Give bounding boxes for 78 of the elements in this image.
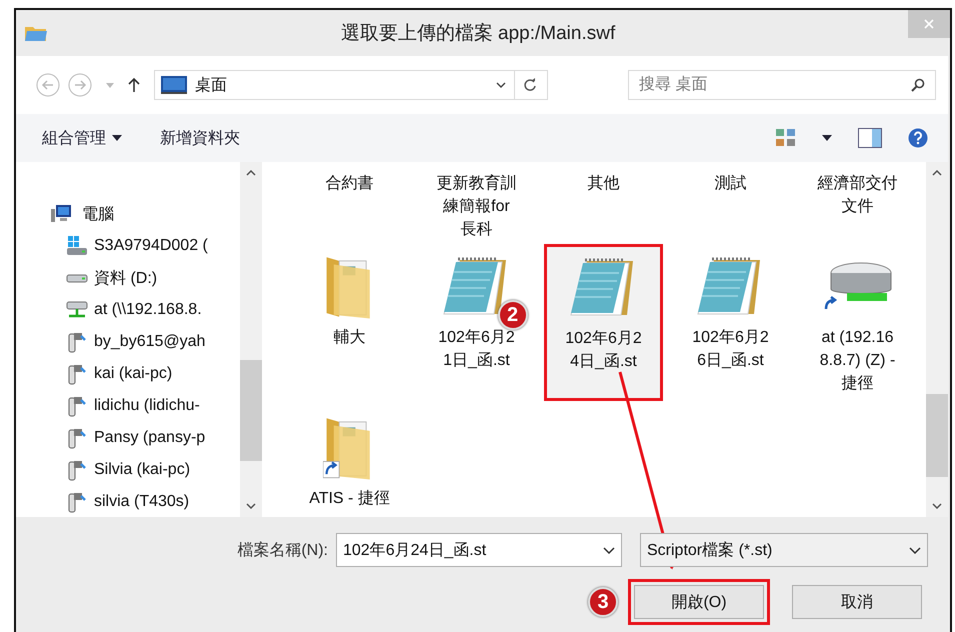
- file-name: 102年6月21日_函.st: [437, 328, 516, 371]
- search-icon: [911, 78, 925, 92]
- sidebar-item[interactable]: kai (kai-pc): [66, 358, 240, 390]
- file-name: 102年6月26日_函.st: [691, 328, 770, 371]
- media-device-icon: [66, 395, 88, 417]
- organize-menu[interactable]: 組合管理: [36, 124, 128, 152]
- caret-icon[interactable]: [822, 135, 832, 141]
- media-device-icon: [66, 363, 88, 385]
- chevron-icon: [909, 546, 921, 554]
- file-name: 其他: [586, 174, 620, 194]
- scrollbar-thumb[interactable]: [240, 360, 262, 461]
- chevron-icon: [496, 82, 506, 88]
- open-button[interactable]: 開啟(O): [634, 585, 764, 619]
- file-name: ATIS - 捷徑: [308, 488, 390, 509]
- scroll-up-icon[interactable]: [932, 170, 942, 176]
- drive-icon: [66, 274, 88, 282]
- scrollbar[interactable]: [240, 162, 262, 517]
- sidebar-item[interactable]: S3A9794D002 (: [66, 230, 240, 262]
- file-item[interactable]: 102年6月26日_函.st: [671, 244, 790, 401]
- help-icon[interactable]: [908, 128, 928, 148]
- system-drive-icon: [66, 235, 88, 257]
- file-item[interactable]: 合約書: [290, 168, 409, 240]
- scroll-down-icon[interactable]: [246, 503, 256, 509]
- search-box[interactable]: 搜尋 桌面: [628, 70, 936, 100]
- sidebar-item[interactable]: lidichu (lidichu-: [66, 390, 240, 422]
- view-icon[interactable]: [776, 129, 796, 147]
- file-name-label: 檔案名稱(N):: [237, 540, 328, 560]
- file-name: at (192.168.8.7) (Z) - 捷徑: [818, 328, 896, 394]
- file-item[interactable]: 經濟部交付文件: [798, 168, 917, 240]
- file-name: 更新教育訓練簡報for長科: [436, 173, 518, 240]
- sidebar-item[interactable]: by_by615@yah: [66, 326, 240, 358]
- sidebar-item[interactable]: 資料 (D:): [66, 262, 240, 294]
- file-name: 輔大: [332, 328, 366, 348]
- media-device-icon: [66, 331, 88, 353]
- file-name: 測試: [714, 174, 748, 194]
- back-icon: [36, 73, 60, 97]
- file-name: 102年6月24日_函.st: [564, 329, 643, 372]
- file-name: 合約書: [324, 174, 374, 194]
- file-name: 經濟部交付文件: [816, 174, 898, 217]
- step-badge: 2: [498, 300, 528, 330]
- file-item[interactable]: at (192.168.8.7) (Z) - 捷徑: [798, 244, 917, 401]
- window-title: 選取要上傳的檔案 app:/Main.swf: [340, 22, 616, 46]
- computer-icon: [50, 204, 72, 224]
- desktop-icon: [161, 76, 187, 94]
- up-arrow-icon[interactable]: [128, 77, 140, 93]
- close-icon: [924, 19, 934, 29]
- step-badge: 3: [588, 587, 618, 617]
- back-button[interactable]: [36, 73, 60, 97]
- file-item[interactable]: ATIS - 捷徑: [290, 405, 409, 516]
- media-device-icon: [66, 427, 88, 449]
- sidebar-item[interactable]: 電腦: [50, 198, 240, 230]
- address-bar[interactable]: 桌面: [154, 70, 548, 100]
- file-item[interactable]: 2 102年6月21日_函.st: [417, 244, 536, 401]
- sidebar-item[interactable]: Silvia (kai-pc): [66, 454, 240, 486]
- file-item[interactable]: 測試: [671, 168, 790, 240]
- forward-button[interactable]: [68, 73, 92, 97]
- scrollbar-thumb[interactable]: [926, 394, 948, 477]
- new-folder-button[interactable]: 新增資料夾: [154, 124, 246, 152]
- media-device-icon: [66, 459, 88, 481]
- sidebar-item[interactable]: silvia (T430s): [66, 486, 240, 517]
- scroll-down-icon[interactable]: [932, 503, 942, 509]
- sidebar-item[interactable]: at (\\192.168.8.: [66, 294, 240, 326]
- file-item[interactable]: 更新教育訓練簡報for長科: [417, 168, 536, 240]
- cancel-button[interactable]: 取消: [792, 585, 922, 619]
- chevron-icon: [603, 546, 615, 554]
- scrollbar[interactable]: [926, 162, 948, 517]
- file-type-dropdown[interactable]: Scriptor檔案 (*.st): [640, 533, 928, 567]
- refresh-icon: [523, 78, 537, 92]
- caret-icon: [112, 135, 122, 141]
- file-name-field[interactable]: 102年6月24日_函.st: [336, 533, 622, 567]
- file-item[interactable]: 其他: [544, 168, 663, 240]
- preview-pane-icon[interactable]: [858, 128, 882, 148]
- media-device-icon: [66, 491, 88, 513]
- scroll-up-icon[interactable]: [246, 170, 256, 176]
- forward-icon: [68, 73, 92, 97]
- file-item[interactable]: 102年6月24日_函.st: [544, 244, 663, 401]
- file-item[interactable]: 輔大: [290, 244, 409, 401]
- sidebar-item[interactable]: Pansy (pansy-p: [66, 422, 240, 454]
